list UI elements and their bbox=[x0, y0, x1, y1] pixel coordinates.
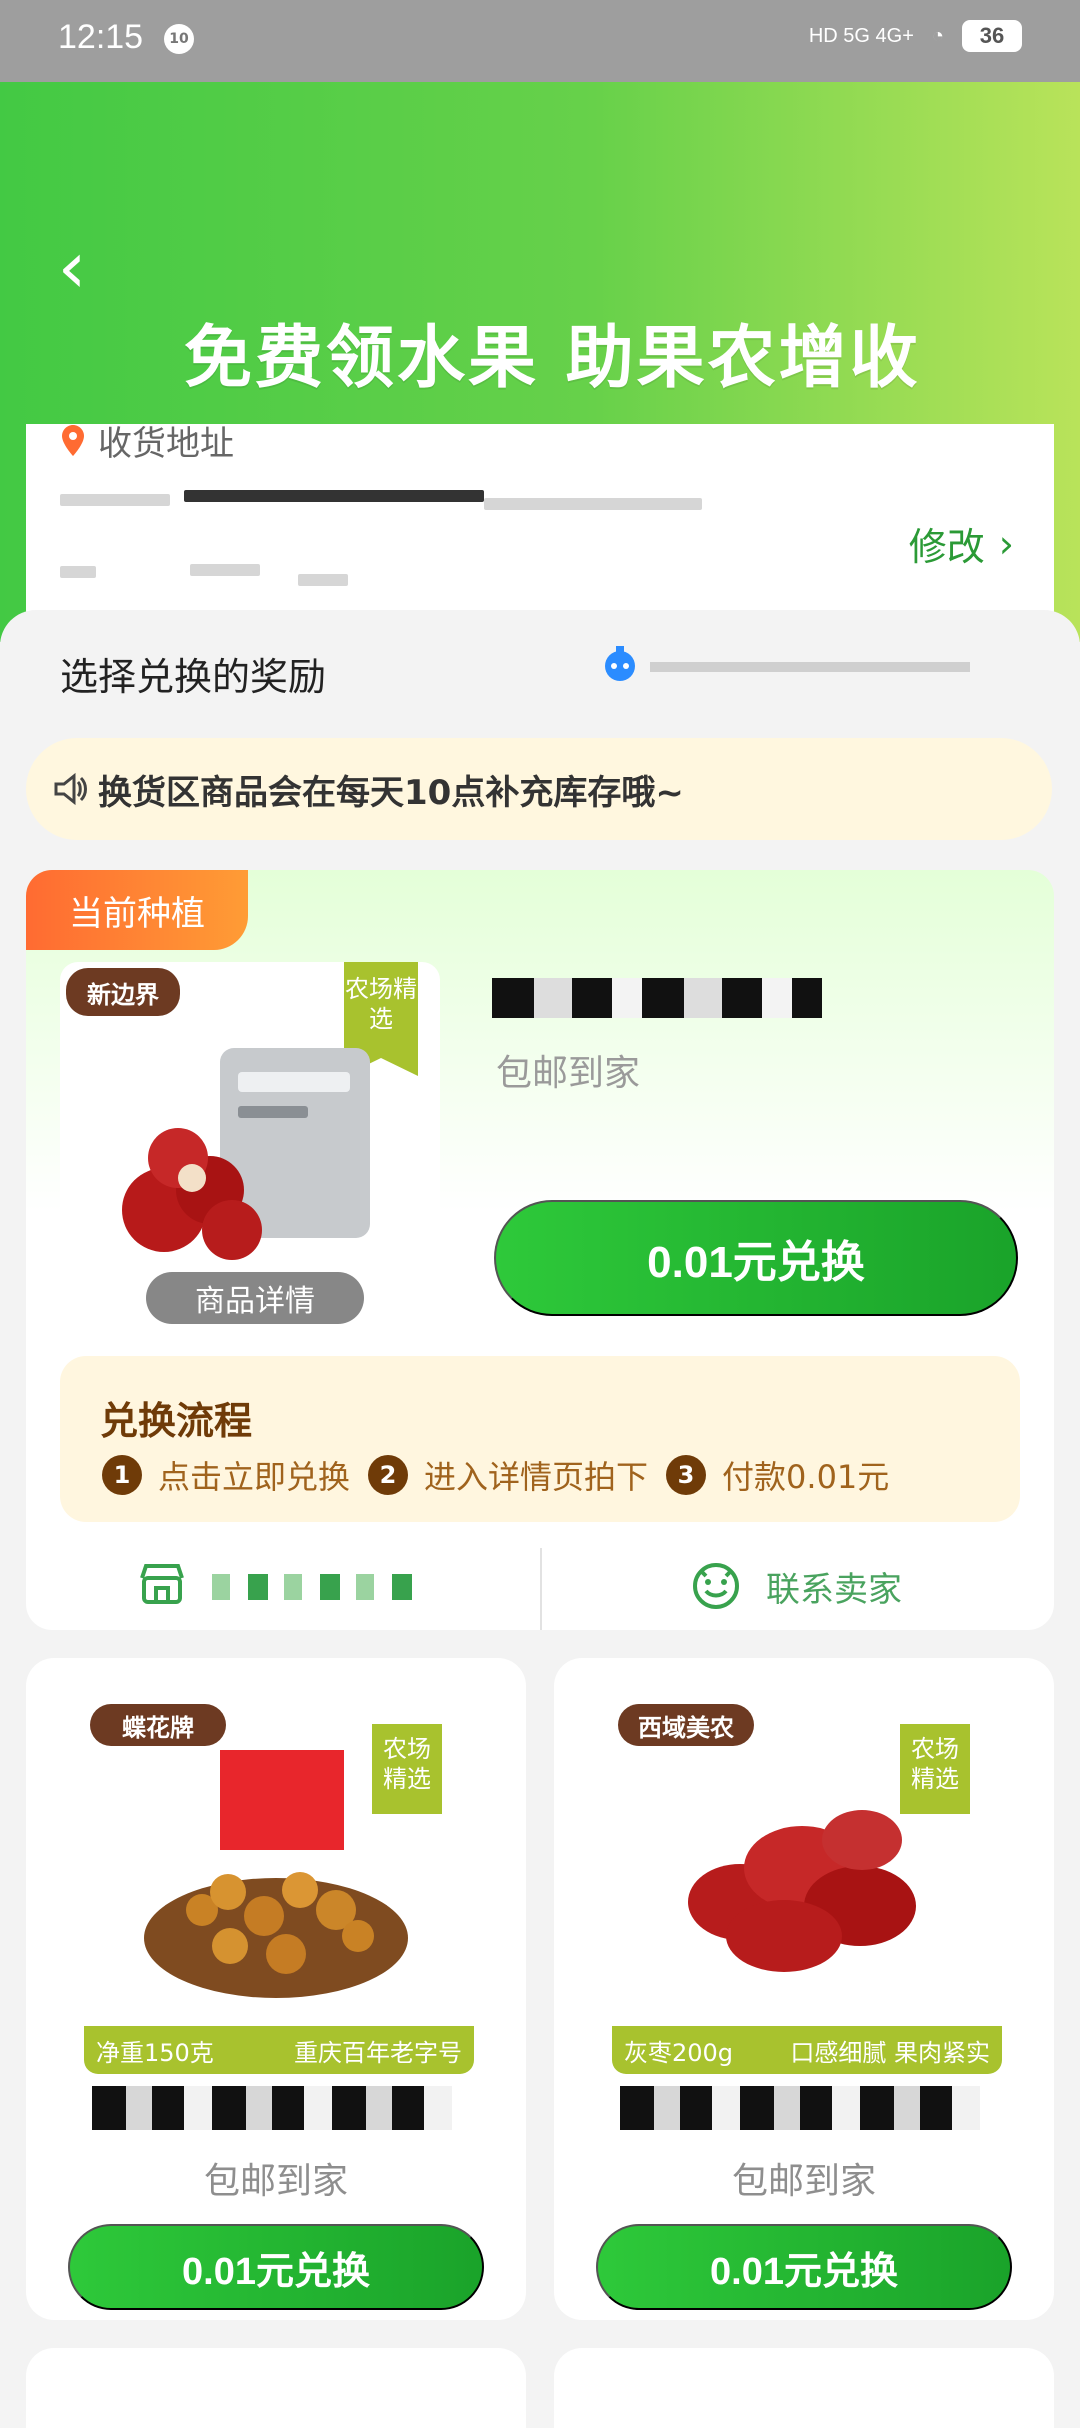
redeem-button[interactable]: 0.01元兑换 bbox=[596, 2224, 1012, 2310]
redeem-button[interactable]: 0.01元兑换 bbox=[68, 2224, 484, 2310]
product-image[interactable]: 蝶花牌 农场精选 净重150克 重庆百年老字号 bbox=[84, 1698, 474, 2074]
red-dates-icon bbox=[688, 1810, 916, 1972]
product-tagline: 净重150克 重庆百年老字号 bbox=[84, 2026, 474, 2074]
flow-title: 兑换流程 bbox=[100, 1399, 253, 1443]
step-text: 付款0.01元 bbox=[722, 1458, 890, 1496]
step-number: 1 bbox=[102, 1455, 142, 1495]
step-number: 2 bbox=[368, 1455, 409, 1495]
address-blur bbox=[190, 564, 260, 576]
feature-label: 重庆百年老字号 bbox=[294, 2038, 462, 2067]
modify-label: 修改 bbox=[908, 525, 985, 569]
product-title-blur bbox=[92, 2086, 452, 2130]
store-icon[interactable] bbox=[136, 1560, 188, 1608]
brand-badge: 西域美农 bbox=[618, 1704, 754, 1746]
smile-chat-icon[interactable] bbox=[690, 1560, 742, 1612]
address-label-text: 收货地址 bbox=[98, 424, 234, 464]
reward-card: 蝶花牌 农场精选 净重150克 重庆百年老字号 包邮到家 0.01元兑换 bbox=[26, 1658, 526, 2320]
card-footer: 联系卖家 bbox=[26, 1536, 1054, 1630]
wifi-icon: ◔ bbox=[931, 24, 944, 47]
chevron-right-icon: › bbox=[998, 521, 1014, 566]
shipping-label: 包邮到家 bbox=[496, 1053, 641, 1094]
rewards-panel: 选择兑换的奖励 换货区商品会在每天10点补充库存哦~ 当前种植 新边界 农场精选 bbox=[0, 610, 1080, 2400]
current-reward-card: 当前种植 新边界 农场精选 商品详情 包邮到家 0.01元兑换 兑换流程 1 点… bbox=[26, 870, 1054, 1630]
next-card-preview bbox=[26, 2348, 526, 2428]
notice-bar: 换货区商品会在每天10点补充库存哦~ bbox=[26, 738, 1052, 840]
address-blur bbox=[60, 566, 96, 578]
modify-address-link[interactable]: 修改 › bbox=[909, 516, 1014, 571]
contact-seller-label[interactable]: 联系卖家 bbox=[766, 1562, 902, 1611]
next-card-preview bbox=[554, 2348, 1054, 2428]
username-blur bbox=[650, 662, 970, 672]
shipping-label: 包邮到家 bbox=[731, 2161, 876, 2202]
brand-badge: 新边界 bbox=[66, 968, 180, 1016]
product-title-blur bbox=[492, 978, 822, 1018]
hero-banner: ‹ 免费领水果 助果农增收 收货地址 修改 › bbox=[0, 82, 1080, 642]
weight-label: 灰枣200g bbox=[624, 2038, 734, 2067]
shipping-label: 包邮到家 bbox=[203, 2161, 348, 2202]
address-label: 收货地址 bbox=[60, 416, 234, 465]
footer-divider bbox=[540, 1548, 542, 1630]
address-blur bbox=[184, 490, 484, 502]
weight-label: 净重150克 bbox=[96, 2038, 214, 2067]
product-title-blur bbox=[620, 2086, 980, 2130]
feature-label: 口感细腻 果肉紧实 bbox=[790, 2038, 990, 2067]
snack-pile-icon bbox=[144, 1750, 408, 1998]
section-title: 选择兑换的奖励 bbox=[60, 655, 327, 699]
product-image[interactable]: 新边界 农场精选 商品详情 bbox=[60, 962, 440, 1342]
chevron-left-icon: ‹ bbox=[57, 225, 87, 309]
flow-steps: 1 点击立即兑换 2 进入详情页拍下 3 付款0.01元 bbox=[94, 1452, 889, 1498]
speaker-icon bbox=[54, 772, 87, 806]
step-number: 3 bbox=[666, 1455, 707, 1495]
flow-box: 兑换流程 1 点击立即兑换 2 进入详情页拍下 3 付款0.01元 bbox=[60, 1356, 1020, 1522]
robot-avatar-icon bbox=[605, 646, 635, 681]
address-blur bbox=[60, 494, 170, 506]
redeem-button[interactable]: 0.01元兑换 bbox=[494, 1200, 1018, 1316]
status-time: 12:15 bbox=[58, 18, 144, 56]
address-blur bbox=[298, 574, 348, 586]
location-pin-icon bbox=[62, 424, 84, 456]
signal-icon: HD 5G 4G+ bbox=[808, 24, 914, 47]
status-bar: 12:15 10 HD 5G 4G+ ◔ 36 bbox=[0, 0, 1080, 82]
address-blur bbox=[484, 498, 702, 510]
dates-package-icon bbox=[122, 1048, 370, 1260]
notification-badge-icon: 10 bbox=[164, 24, 194, 54]
battery-icon: 36 bbox=[962, 20, 1022, 52]
reward-card: 西域美农 农场精选 灰枣200g 口感细腻 果肉紧实 包邮到家 0.01元兑换 bbox=[554, 1658, 1054, 2320]
page-title: 免费领水果 助果农增收 bbox=[184, 319, 921, 398]
brand-badge: 蝶花牌 bbox=[90, 1704, 226, 1746]
back-button[interactable]: ‹ bbox=[42, 225, 102, 309]
step-text: 点击立即兑换 bbox=[158, 1458, 351, 1496]
product-detail-overlay[interactable]: 商品详情 bbox=[146, 1272, 364, 1324]
notice-text: 换货区商品会在每天10点补充库存哦~ bbox=[98, 772, 684, 813]
product-image[interactable]: 西域美农 农场精选 灰枣200g 口感细腻 果肉紧实 bbox=[612, 1698, 1002, 2074]
current-tag: 当前种植 bbox=[26, 870, 248, 950]
product-tagline: 灰枣200g 口感细腻 果肉紧实 bbox=[612, 2026, 1002, 2074]
address-card[interactable]: 收货地址 修改 › bbox=[26, 424, 1054, 638]
step-text: 进入详情页拍下 bbox=[424, 1458, 649, 1496]
status-indicators: HD 5G 4G+ ◔ 36 bbox=[809, 20, 1022, 52]
store-name-blur[interactable] bbox=[212, 1574, 428, 1600]
